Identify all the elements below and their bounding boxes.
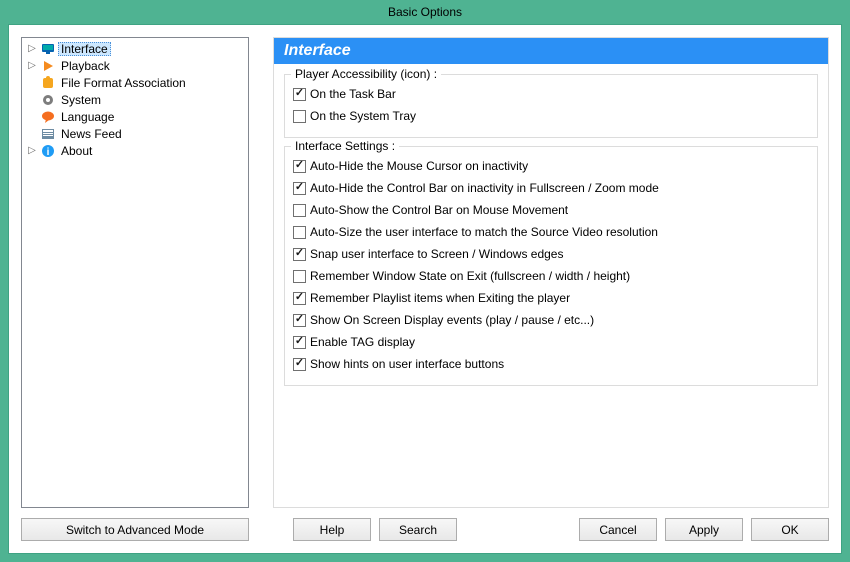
checkbox-label[interactable]: Enable TAG display [310, 335, 415, 349]
checkbox-label[interactable]: Show On Screen Display events (play / pa… [310, 313, 594, 327]
tree-item-label: File Format Association [58, 76, 189, 90]
checkbox[interactable] [293, 182, 306, 195]
main-area: ▷ Interface ▷ Playback File Format Associati… [21, 37, 829, 508]
group-title: Interface Settings : [291, 139, 399, 153]
checkbox[interactable] [293, 226, 306, 239]
button-bar: Switch to Advanced Mode Help Search Canc… [21, 518, 829, 541]
expander-icon[interactable]: ▷ [26, 43, 38, 54]
settings-panel: Interface Player Accessibility (icon) : … [273, 37, 829, 508]
checkbox-row: Remember Playlist items when Exiting the… [293, 287, 809, 309]
expander-icon[interactable]: ▷ [26, 60, 38, 71]
checkbox-row: Remember Window State on Exit (fullscree… [293, 265, 809, 287]
play-icon [40, 58, 56, 74]
tree-item-label: Language [58, 110, 117, 124]
monitor-icon [40, 41, 56, 57]
checkbox-row: Enable TAG display [293, 331, 809, 353]
tree-item[interactable]: System [22, 91, 248, 108]
gear-icon [40, 92, 56, 108]
checkbox[interactable] [293, 204, 306, 217]
window: Basic Options ▷ Interface ▷ Playback File Fo… [0, 0, 850, 562]
tree-item[interactable]: ▷ Playback [22, 57, 248, 74]
ok-button[interactable]: OK [751, 518, 829, 541]
checkbox[interactable] [293, 110, 306, 123]
checkbox-row: On the Task Bar [293, 83, 809, 105]
group-options: On the Task Bar On the System Tray [293, 83, 809, 127]
nav-tree[interactable]: ▷ Interface ▷ Playback File Format Associati… [21, 37, 249, 508]
checkbox-row: Show On Screen Display events (play / pa… [293, 309, 809, 331]
group-options: Auto-Hide the Mouse Cursor on inactivity… [293, 155, 809, 375]
group-player-accessibility: Player Accessibility (icon) : On the Tas… [284, 74, 818, 138]
checkbox-row: Snap user interface to Screen / Windows … [293, 243, 809, 265]
window-title: Basic Options [388, 5, 462, 19]
tree-item-label: System [58, 93, 104, 107]
panel-body: Player Accessibility (icon) : On the Tas… [274, 64, 828, 507]
info-icon: i [40, 143, 56, 159]
tree-item-label: Interface [58, 42, 111, 56]
checkbox-row: Show hints on user interface buttons [293, 353, 809, 375]
help-button[interactable]: Help [293, 518, 371, 541]
group-title: Player Accessibility (icon) : [291, 67, 441, 81]
checkbox-row: Auto-Hide the Control Bar on inactivity … [293, 177, 809, 199]
window-titlebar[interactable]: Basic Options [0, 0, 850, 24]
section-title: Interface [274, 38, 828, 64]
checkbox[interactable] [293, 336, 306, 349]
checkbox[interactable] [293, 88, 306, 101]
svg-text:i: i [47, 147, 50, 158]
checkbox-label[interactable]: Remember Playlist items when Exiting the… [310, 291, 570, 305]
tree-item-label: About [58, 144, 95, 158]
switch-advanced-button[interactable]: Switch to Advanced Mode [21, 518, 249, 541]
checkbox-row: Auto-Show the Control Bar on Mouse Movem… [293, 199, 809, 221]
bubble-icon [40, 109, 56, 125]
tree-item-label: Playback [58, 59, 113, 73]
checkbox[interactable] [293, 270, 306, 283]
checkbox-label[interactable]: Auto-Size the user interface to match th… [310, 225, 658, 239]
tree-item-label: News Feed [58, 127, 125, 141]
checkbox-row: Auto-Hide the Mouse Cursor on inactivity [293, 155, 809, 177]
checkbox-label[interactable]: Auto-Hide the Control Bar on inactivity … [310, 181, 659, 195]
tree-item[interactable]: File Format Association [22, 74, 248, 91]
apply-button[interactable]: Apply [665, 518, 743, 541]
checkbox-row: Auto-Size the user interface to match th… [293, 221, 809, 243]
tree-item[interactable]: ▷ i About [22, 142, 248, 159]
checkbox-label[interactable]: On the System Tray [310, 109, 416, 123]
checkbox-label[interactable]: Remember Window State on Exit (fullscree… [310, 269, 630, 283]
checkbox-label[interactable]: On the Task Bar [310, 87, 396, 101]
tree-item[interactable]: News Feed [22, 125, 248, 142]
group-interface-settings: Interface Settings : Auto-Hide the Mouse… [284, 146, 818, 386]
checkbox-label[interactable]: Show hints on user interface buttons [310, 357, 504, 371]
checkbox-label[interactable]: Auto-Hide the Mouse Cursor on inactivity [310, 159, 528, 173]
cancel-button[interactable]: Cancel [579, 518, 657, 541]
news-icon [40, 126, 56, 142]
checkbox[interactable] [293, 248, 306, 261]
checkbox[interactable] [293, 358, 306, 371]
client-area: ▷ Interface ▷ Playback File Format Associati… [8, 24, 842, 554]
search-button[interactable]: Search [379, 518, 457, 541]
tree-item[interactable]: ▷ Interface [22, 40, 248, 57]
checkbox-label[interactable]: Snap user interface to Screen / Windows … [310, 247, 563, 261]
checkbox-label[interactable]: Auto-Show the Control Bar on Mouse Movem… [310, 203, 568, 217]
checkbox[interactable] [293, 292, 306, 305]
checkbox[interactable] [293, 314, 306, 327]
puzzle-icon [40, 75, 56, 91]
checkbox[interactable] [293, 160, 306, 173]
checkbox-row: On the System Tray [293, 105, 809, 127]
expander-icon[interactable]: ▷ [26, 145, 38, 156]
tree-item[interactable]: Language [22, 108, 248, 125]
